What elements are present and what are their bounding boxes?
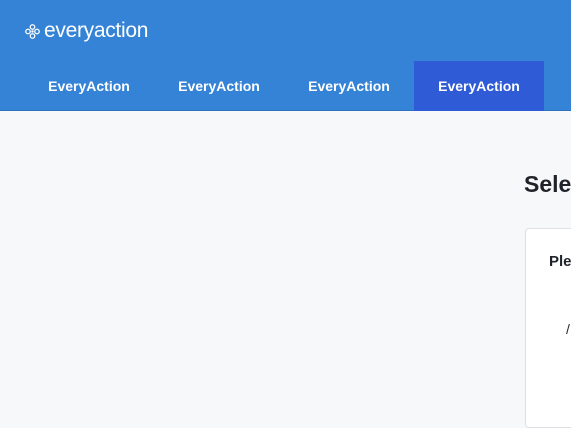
nav-tab-2[interactable]: EveryAction xyxy=(154,61,284,111)
page-title: Sele xyxy=(524,171,571,197)
nav-tab-3[interactable]: EveryAction xyxy=(284,61,414,111)
nav-tab-1[interactable]: EveryAction xyxy=(24,61,154,111)
card-heading: Ple xyxy=(549,253,571,270)
logo-text: everyaction xyxy=(44,19,149,42)
nav-tab-4-active[interactable]: EveryAction xyxy=(414,61,544,111)
card-text-fragment: / xyxy=(566,321,570,337)
main-nav: EveryAction EveryAction EveryAction Ever… xyxy=(24,61,544,111)
logo[interactable]: everyaction xyxy=(25,18,148,44)
flower-logo-icon xyxy=(25,23,40,39)
top-header: everyaction EveryAction EveryAction Ever… xyxy=(0,0,571,111)
